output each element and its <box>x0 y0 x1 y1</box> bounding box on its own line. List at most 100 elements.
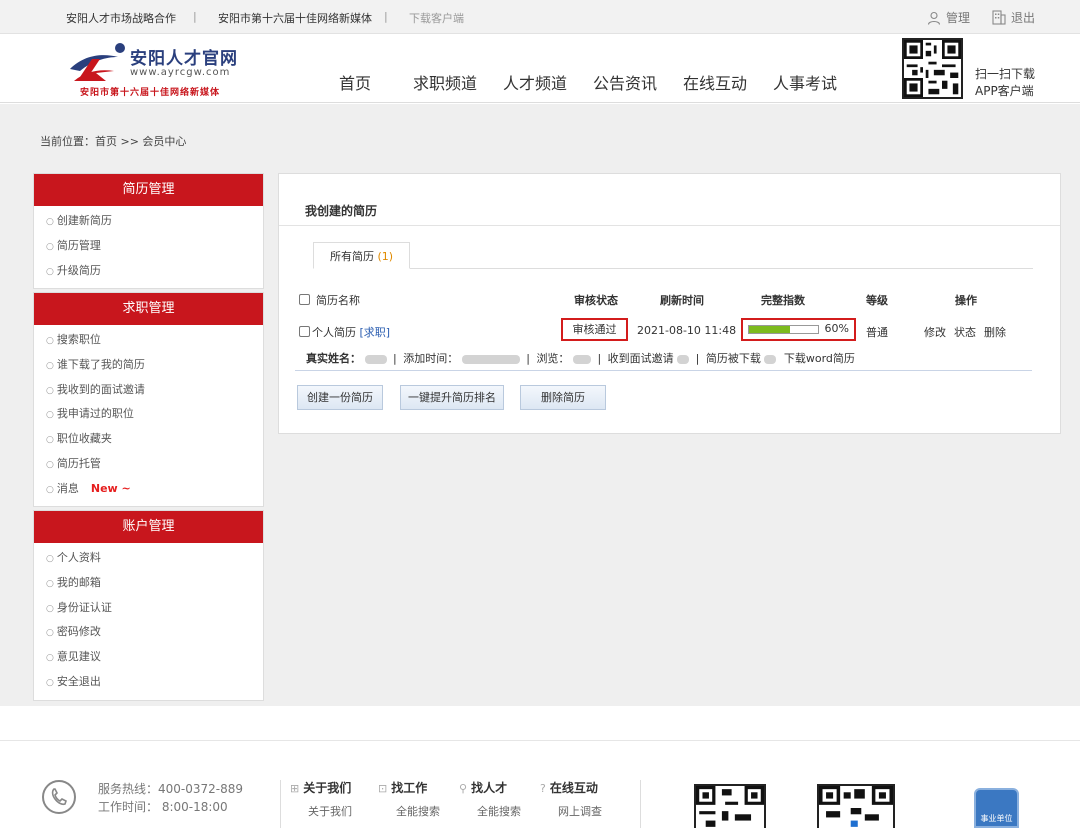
downloaded-label[interactable]: 简历被下载 <box>706 352 761 365</box>
search-icon: ⚲ <box>459 782 468 795</box>
footer-col-online[interactable]: ? 在线互动 <box>540 779 598 796</box>
nav-talent-channel[interactable]: 人才频道 <box>490 70 580 94</box>
footer-link-about[interactable]: 关于我们 <box>308 803 352 819</box>
badge-text: 事业单位 <box>980 814 1013 823</box>
sidebar-account-title: 账户管理 <box>34 511 263 543</box>
sidebar-item-label: 安全退出 <box>56 674 101 688</box>
new-badge: New ~ <box>90 481 131 495</box>
resume-name-cell: 个人简历 [求职] <box>299 324 390 340</box>
footer-link-survey[interactable]: 网上调查 <box>558 803 602 819</box>
grid-icon: ⊞ <box>290 782 300 795</box>
bullet-icon: ○ <box>46 653 54 664</box>
sidebar-item-email[interactable]: ○ 我的邮箱 <box>34 571 263 596</box>
word-download-link[interactable]: 下载word简历 <box>784 352 855 365</box>
sidebar-item-label: 职位收藏夹 <box>56 432 112 446</box>
divider: | <box>384 10 388 23</box>
sidebar-item-label: 消息 <box>56 481 79 495</box>
col-header-level: 等级 <box>866 294 888 307</box>
download-client-link[interactable]: 下载客户端 <box>409 10 464 26</box>
nav-personnel-exam[interactable]: 人事考试 <box>760 70 850 94</box>
edit-link[interactable]: 修改 <box>924 324 946 340</box>
redacted-invites <box>677 354 690 364</box>
sidebar-item-applied-jobs[interactable]: ○ 我申请过的职位 <box>34 402 263 427</box>
sidebar-item-who-downloaded[interactable]: ○ 谁下载了我的简历 <box>34 353 263 378</box>
tab-label: 所有简历 <box>329 250 374 263</box>
media-award-link[interactable]: 安阳市第十六届十佳网络新媒体 <box>218 10 372 26</box>
completeness-indicator: 60% <box>741 318 856 341</box>
bullet-icon: ○ <box>46 241 54 252</box>
footer-link-job-search[interactable]: 全能搜索 <box>396 803 440 819</box>
sidebar-item-profile[interactable]: ○ 个人资料 <box>34 546 263 571</box>
sidebar-item-resume-management[interactable]: ○ 简历管理 <box>34 234 263 259</box>
resume-tag-link[interactable]: [求职] <box>360 326 391 339</box>
sidebar-item-label: 我的邮箱 <box>56 575 101 589</box>
footer-col-find-talent[interactable]: ⚲ 找人才 <box>459 779 507 796</box>
footer-col-about[interactable]: ⊞ 关于我们 <box>290 779 351 796</box>
footer-col-find-job[interactable]: ⊡ 找工作 <box>378 779 427 796</box>
refresh-time: 2021-08-10 11:48 <box>637 324 737 337</box>
bullet-icon: ○ <box>46 554 54 564</box>
sidebar-item-safe-logout[interactable]: ○ 安全退出 <box>34 670 263 695</box>
manage-link[interactable]: 管理 <box>927 9 970 26</box>
completeness-bar-fill <box>749 326 791 333</box>
sidebar-item-label: 意见建议 <box>56 650 101 664</box>
breadcrumb: 当前位置：首页 >> 会员中心 <box>40 135 187 148</box>
qr-code-icon <box>696 786 764 827</box>
resume-info-line: 真实姓名： | 添加时间： | 浏览： | 收到面试邀请 | 简历被下载 下载w… <box>306 350 855 366</box>
nav-home[interactable]: 首页 <box>310 70 400 94</box>
bullet-icon: ○ <box>46 578 54 589</box>
nav-online-interaction[interactable]: 在线互动 <box>670 70 760 94</box>
footer-link-talent-search[interactable]: 全能搜索 <box>477 803 521 819</box>
public-institution-badge[interactable]: 事业单位 <box>974 788 1019 828</box>
bullet-icon: ○ <box>46 336 54 346</box>
divider <box>280 780 281 828</box>
interview-invites-label[interactable]: 收到面试邀请 <box>608 352 674 365</box>
footer-col-title: 找工作 <box>391 781 428 795</box>
state-link[interactable]: 状态 <box>954 324 976 340</box>
app-download-line1: 扫一扫下载 <box>975 67 1036 81</box>
partner-link[interactable]: 安阳人才市场战略合作 <box>66 10 176 26</box>
sidebar-item-feedback[interactable]: ○ 意见建议 <box>34 645 263 670</box>
building-icon <box>992 10 1006 25</box>
sidebar-account-section: 账户管理 ○ 个人资料 ○ 我的邮箱 ○ 身份证认证 ○ 密码修改 ○ 意见建议 ○ 安全退… <box>33 510 264 701</box>
logout-link[interactable]: 退出 <box>992 9 1035 26</box>
views-label: 浏览： <box>536 352 570 365</box>
qr-code-icon <box>904 40 961 97</box>
divider: | <box>526 352 530 365</box>
app-download-line2: APP客户端 <box>975 84 1034 98</box>
resume-name-link[interactable]: 个人简历 <box>312 326 356 339</box>
completeness-bar <box>748 325 819 334</box>
sidebar-item-interview-invites[interactable]: ○ 我收到的面试邀请 <box>34 378 263 403</box>
boost-ranking-button[interactable]: 一键提升简历排名 <box>400 385 504 410</box>
user-icon <box>927 11 941 25</box>
sidebar-item-change-password[interactable]: ○ 密码修改 <box>34 620 263 645</box>
divider <box>640 780 641 828</box>
sidebar-item-create-resume[interactable]: ○ 创建新简历 <box>34 209 263 234</box>
select-all-checkbox[interactable] <box>299 294 310 305</box>
divider: | <box>597 352 602 365</box>
sidebar-item-messages[interactable]: ○ 消息 New ~ <box>34 477 263 502</box>
delete-resume-button[interactable]: 删除简历 <box>520 385 606 410</box>
nav-job-channel[interactable]: 求职频道 <box>400 70 490 94</box>
manage-label: 管理 <box>946 11 971 25</box>
sidebar-item-job-favorites[interactable]: ○ 职位收藏夹 <box>34 427 263 452</box>
bullet-icon: ○ <box>46 266 54 277</box>
footer-qr-code-2 <box>817 784 895 828</box>
sidebar-item-upgrade-resume[interactable]: ○ 升级简历 <box>34 259 263 284</box>
create-resume-button[interactable]: 创建一份简历 <box>297 385 383 410</box>
col-header-actions: 操作 <box>955 294 977 307</box>
delete-link[interactable]: 删除 <box>984 324 1006 340</box>
sidebar-item-search-jobs[interactable]: ○ 搜索职位 <box>34 328 263 353</box>
site-logo[interactable]: 安阳人才官网 www.ayrcgw.com 安阳市第十六届十佳网络新媒体 <box>66 39 246 99</box>
nav-announcements[interactable]: 公告资讯 <box>580 70 670 94</box>
redacted-views <box>572 354 591 364</box>
sidebar-item-label: 创建新简历 <box>56 214 112 227</box>
tab-all-resumes[interactable]: 所有简历 (1) <box>313 242 410 269</box>
resume-checkbox[interactable] <box>299 326 310 337</box>
sidebar-item-resume-hosting[interactable]: ○ 简历托管 <box>34 452 263 477</box>
app-qr-code <box>902 38 963 99</box>
footer-col-title: 在线互动 <box>549 781 598 795</box>
divider: | <box>193 10 197 23</box>
sidebar-item-id-verification[interactable]: ○ 身份证认证 <box>34 596 263 621</box>
bullet-icon: ○ <box>46 217 54 227</box>
